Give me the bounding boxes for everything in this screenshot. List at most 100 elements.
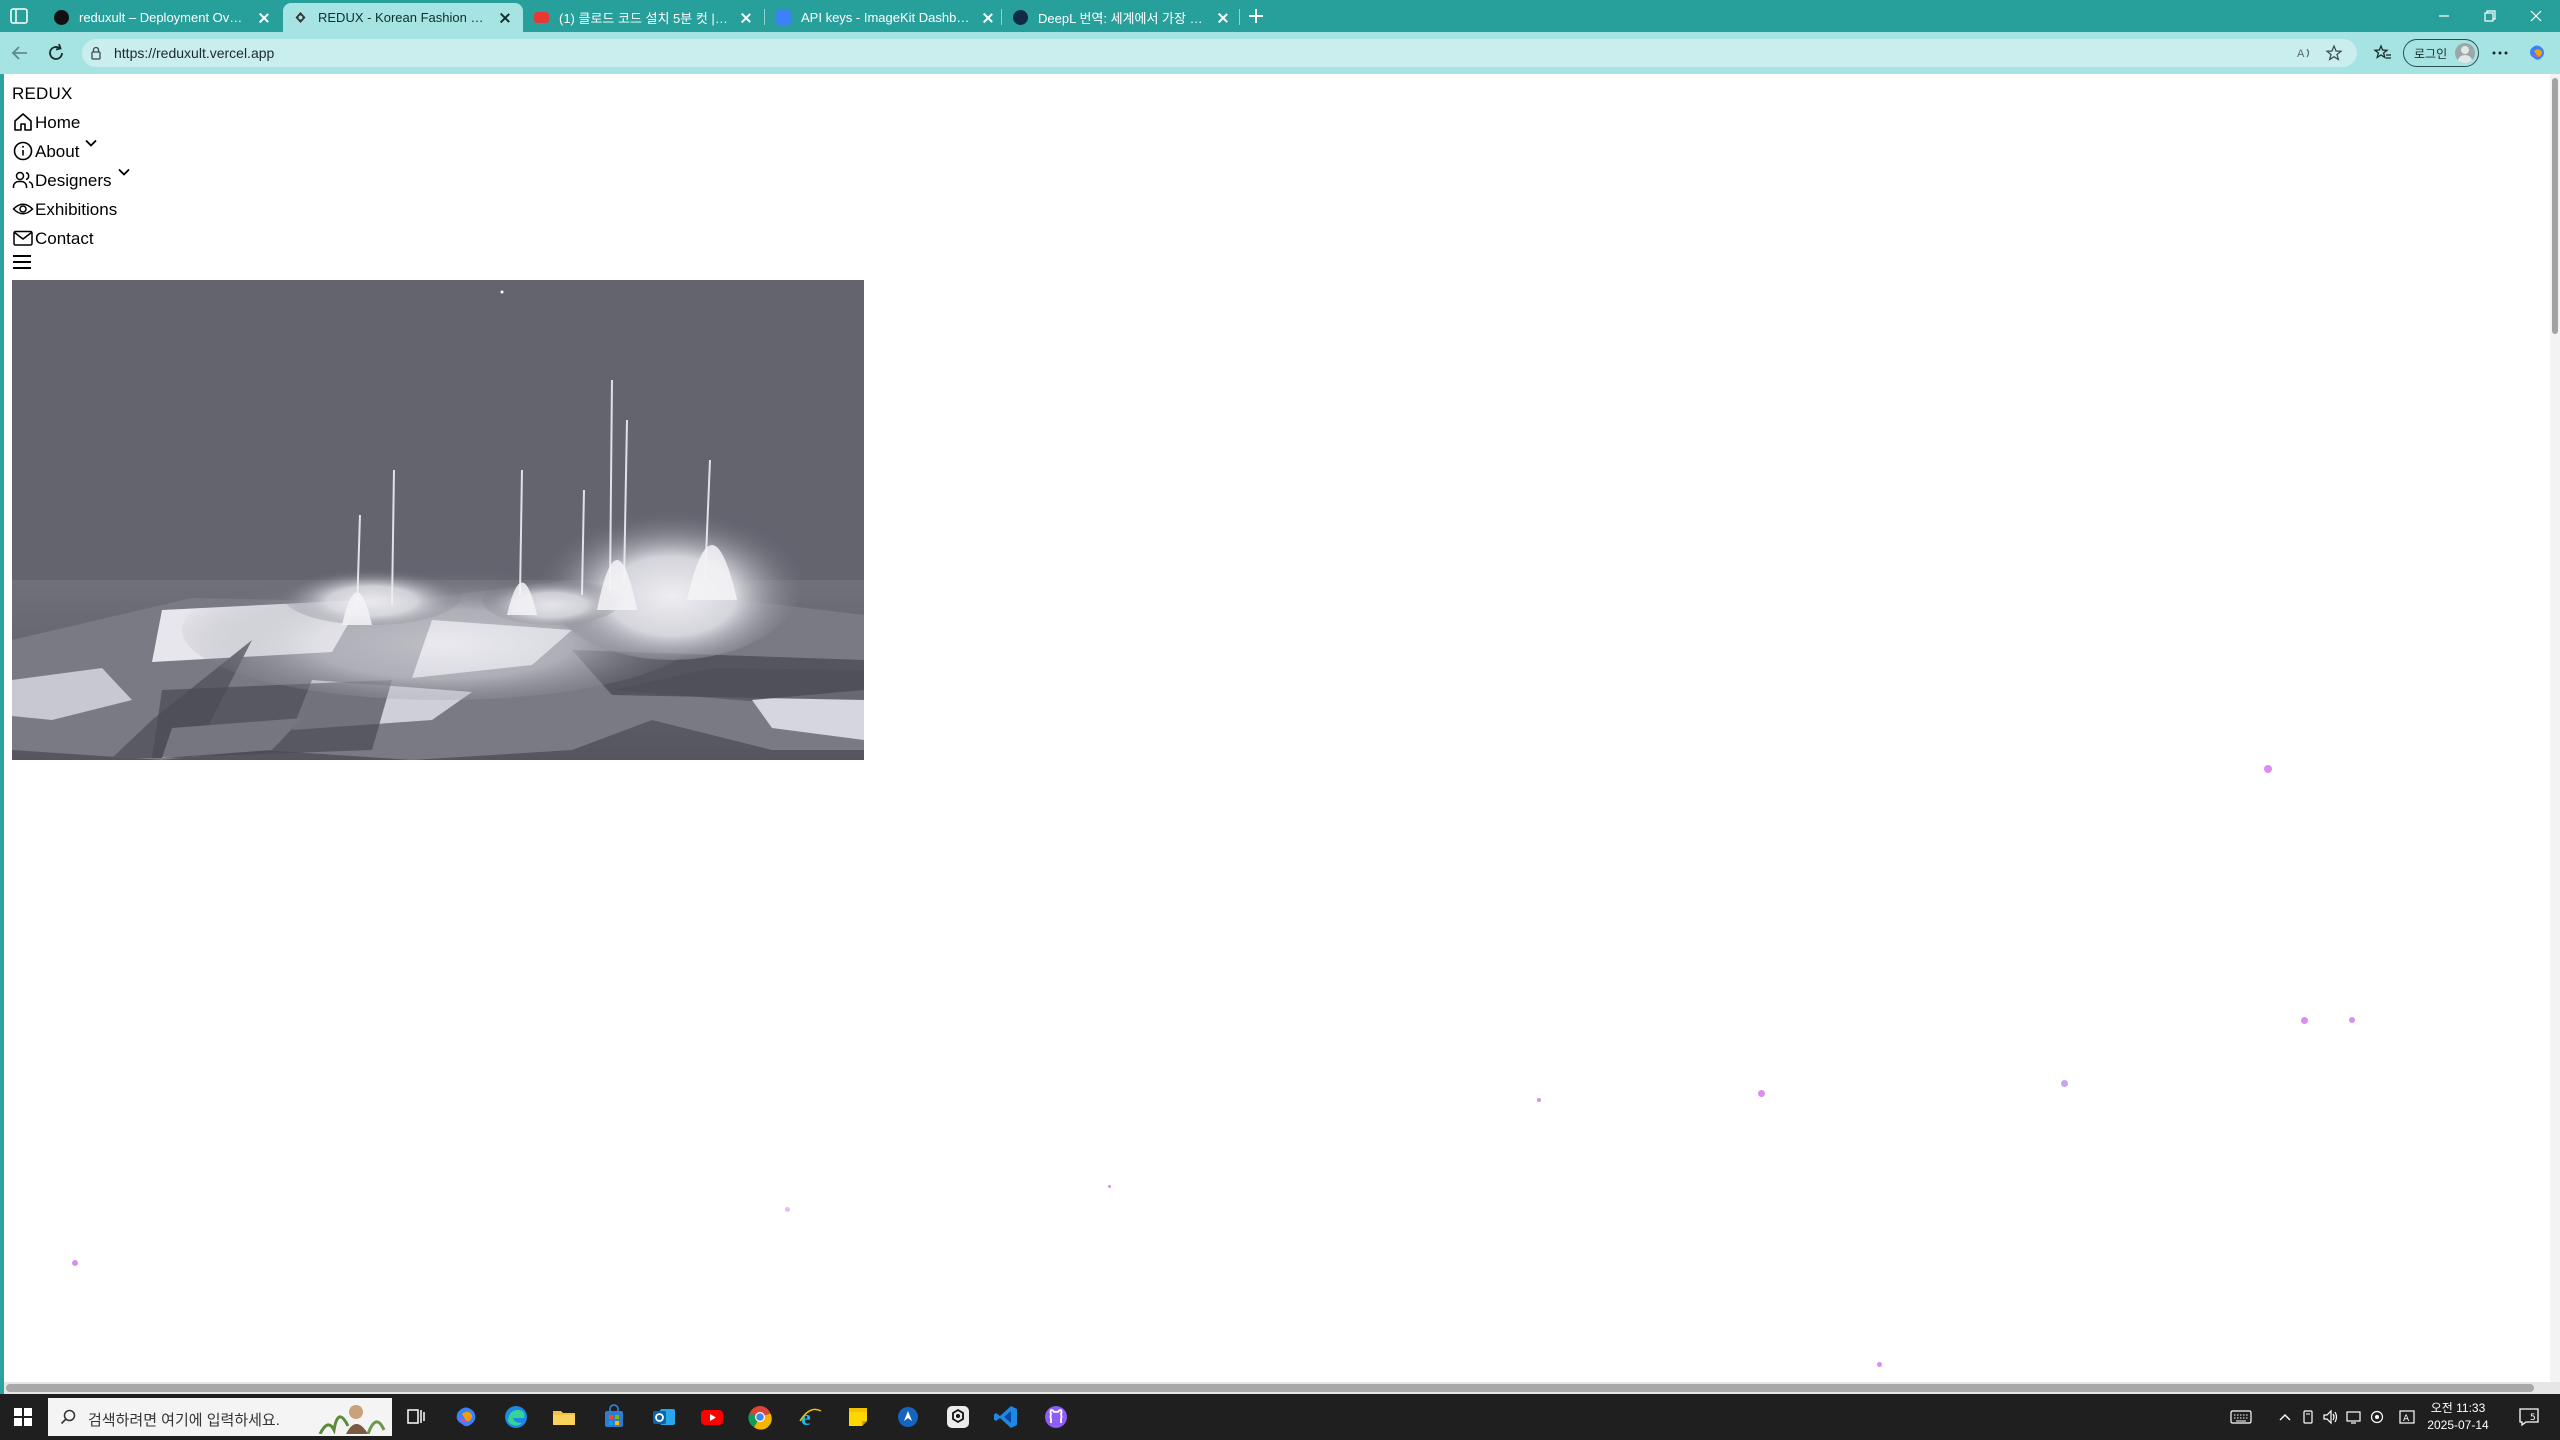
search-highlight-icon: [318, 1405, 386, 1434]
input-method-icon[interactable]: A: [2398, 1409, 2416, 1425]
more-options-icon[interactable]: [2490, 43, 2510, 63]
close-tab-icon[interactable]: [980, 10, 996, 26]
particle-dot: [1537, 1098, 1541, 1102]
tab-deepl[interactable]: DeepL 번역: 세계에서 가장 정확한: [1003, 3, 1241, 32]
microsoft-store-icon[interactable]: [600, 1403, 628, 1431]
tab-title: DeepL 번역: 세계에서 가장 정확한: [1038, 11, 1207, 26]
notification-count: 5: [2530, 1413, 2536, 1423]
address-bar[interactable]: https://reduxult.vercel.app A: [82, 39, 2357, 67]
nav-item-designers[interactable]: Designers: [12, 162, 132, 191]
svg-text:A: A: [2297, 48, 2305, 60]
tab-youtube-video[interactable]: (1) 클로드 코드 설치 5분 컷 | VS: [524, 3, 764, 32]
main-nav: Home About Designers Exhibitions Contact: [12, 104, 132, 249]
close-tab-icon[interactable]: [1215, 10, 1231, 26]
copilot-icon[interactable]: [452, 1403, 480, 1431]
nav-label: Exhibitions: [35, 200, 118, 219]
chevron-up-icon[interactable]: [2276, 1409, 2294, 1425]
particle-dot: [1758, 1090, 1765, 1097]
tab-strip: reduxult – Deployment Overview REDUX - K…: [0, 0, 2560, 32]
outlook-icon[interactable]: [650, 1403, 678, 1431]
deepl-favicon-icon: [1013, 10, 1028, 25]
restore-button[interactable]: [2476, 4, 2504, 28]
hamburger-icon[interactable]: [12, 253, 32, 271]
particle-dot: [2301, 1017, 2308, 1024]
browser-toolbar: https://reduxult.vercel.app A 로그인: [0, 32, 2560, 74]
home-icon: [14, 113, 32, 131]
read-aloud-icon[interactable]: A: [2296, 44, 2314, 62]
scrollbar-thumb[interactable]: [2552, 78, 2558, 334]
tab-actions-icon[interactable]: [8, 6, 30, 26]
site-logo[interactable]: REDUX: [12, 84, 132, 104]
eye-icon: [12, 203, 34, 215]
horizontal-scrollbar[interactable]: [4, 1382, 2560, 1394]
particle-dot: [72, 1260, 78, 1266]
nav-label: Home: [35, 113, 81, 132]
page-viewport: REDUX Home About Designers Exhibitions C…: [4, 74, 2550, 1382]
particle-dot: [1877, 1362, 1882, 1367]
refresh-button[interactable]: [44, 41, 68, 65]
edge-icon[interactable]: [502, 1403, 530, 1431]
close-tab-icon[interactable]: [256, 10, 272, 26]
volume-icon[interactable]: [2322, 1409, 2340, 1425]
usb-device-icon[interactable]: [2299, 1409, 2317, 1425]
chatgpt-icon[interactable]: [944, 1403, 972, 1431]
notification-center-icon[interactable]: 5: [2518, 1407, 2540, 1427]
task-view-icon[interactable]: [402, 1403, 430, 1431]
site-info-icon[interactable]: [88, 45, 104, 61]
particle-dot: [2061, 1080, 2068, 1087]
nav-item-about[interactable]: About: [12, 133, 132, 162]
tab-imagekit[interactable]: API keys - ImageKit Dashboard: [766, 3, 1006, 32]
keyboard-icon[interactable]: [2230, 1409, 2252, 1425]
close-tab-icon[interactable]: [738, 10, 754, 26]
back-button[interactable]: [8, 41, 32, 65]
hero-image: [12, 280, 864, 760]
windows-start-icon[interactable]: [14, 1408, 32, 1426]
close-tab-icon[interactable]: [497, 10, 513, 26]
tab-title: reduxult – Deployment Overview: [79, 10, 248, 25]
tab-deployment-overview[interactable]: reduxult – Deployment Overview: [44, 3, 282, 32]
nav-item-home[interactable]: Home: [12, 104, 132, 133]
nav-item-contact[interactable]: Contact: [12, 220, 132, 249]
vscode-icon[interactable]: [992, 1403, 1020, 1431]
minimize-button[interactable]: [2430, 4, 2458, 28]
taskbar-search-box[interactable]: 검색하려면 여기에 입력하세요.: [48, 1398, 392, 1436]
site-header: REDUX Home About Designers Exhibitions C…: [12, 84, 132, 271]
favorite-star-icon[interactable]: [2325, 44, 2343, 62]
particle-dot: [2264, 765, 2272, 773]
particle-dot: [2349, 1017, 2355, 1023]
profile-button[interactable]: 로그인: [2403, 39, 2479, 67]
favorites-icon[interactable]: [2373, 43, 2393, 63]
vercel-favicon-icon: [54, 10, 69, 25]
sticky-notes-icon[interactable]: [844, 1403, 872, 1431]
info-icon: [13, 141, 33, 161]
nav-label: Contact: [35, 229, 94, 248]
redux-favicon-icon: [295, 12, 306, 23]
network-icon[interactable]: [2345, 1409, 2363, 1425]
nav-item-exhibitions[interactable]: Exhibitions: [12, 191, 132, 220]
tab-redux[interactable]: REDUX - Korean Fashion Designe: [283, 3, 523, 32]
chevron-down-icon[interactable]: [116, 164, 132, 180]
particle-dot: [1108, 1185, 1111, 1188]
chrome-icon[interactable]: [746, 1403, 774, 1431]
new-tab-button[interactable]: [1244, 4, 1268, 28]
internet-explorer-icon[interactable]: e: [796, 1403, 824, 1431]
profile-label: 로그인: [2414, 46, 2448, 61]
scrollbar-thumb[interactable]: [6, 1384, 2534, 1392]
youtube-icon[interactable]: [698, 1403, 726, 1431]
windows-taskbar: 검색하려면 여기에 입력하세요. e A 오전 11:33 2025-07-14…: [0, 1394, 2560, 1440]
github-icon[interactable]: [1042, 1403, 1070, 1431]
chevron-down-icon[interactable]: [83, 135, 99, 151]
vertical-scrollbar[interactable]: [2550, 74, 2560, 1382]
search-placeholder: 검색하려면 여기에 입력하세요.: [88, 1412, 280, 1429]
copilot-icon[interactable]: [2527, 43, 2547, 63]
app-icon[interactable]: [894, 1403, 922, 1431]
close-window-button[interactable]: [2522, 4, 2550, 28]
file-explorer-icon[interactable]: [550, 1403, 578, 1431]
taskbar-clock[interactable]: 오전 11:33 2025-07-14: [2418, 1400, 2498, 1434]
settings-icon[interactable]: [2368, 1409, 2386, 1425]
tab-separator: [764, 9, 765, 25]
tab-separator: [1001, 9, 1002, 25]
url-text: https://reduxult.vercel.app: [114, 45, 275, 61]
imagekit-favicon-icon: [776, 10, 791, 25]
search-icon: [60, 1409, 76, 1425]
